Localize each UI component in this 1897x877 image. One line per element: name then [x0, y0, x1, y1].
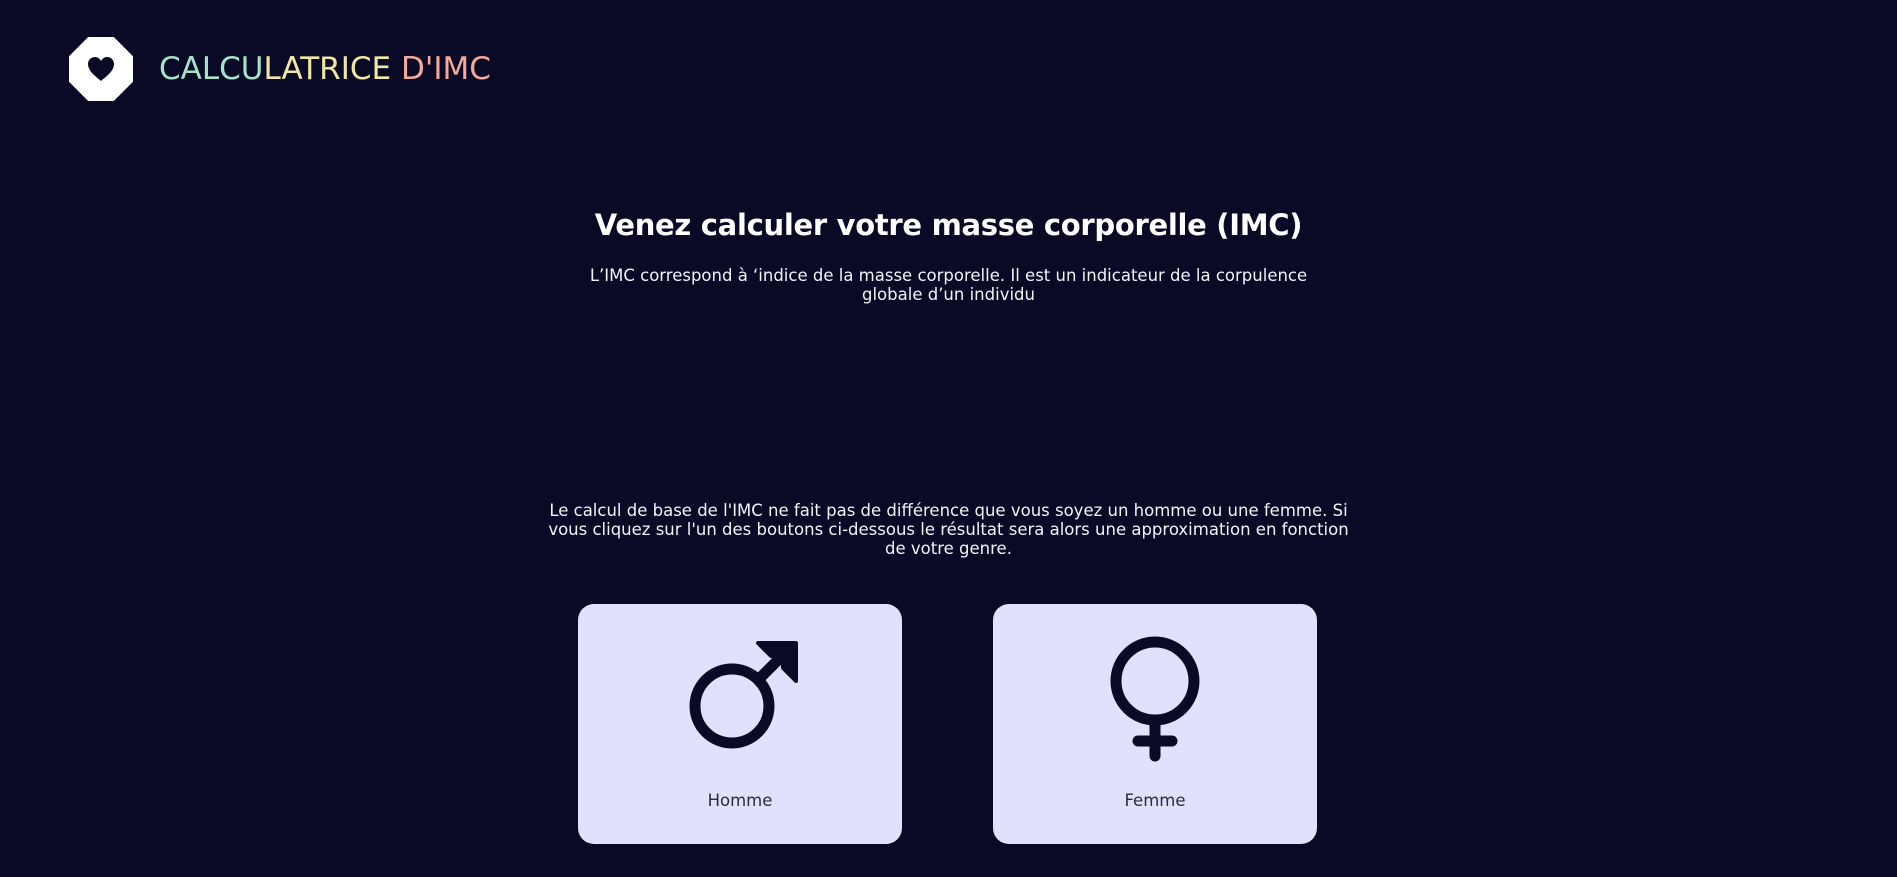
app-header: CALCULATRICE D'IMC	[69, 36, 491, 102]
male-button-label: Homme	[707, 791, 773, 810]
app-title-part1: CALCU	[159, 51, 264, 87]
female-button-label: Femme	[1124, 791, 1186, 810]
app-title-part3: D'IMC	[400, 51, 491, 87]
heart-icon	[88, 57, 114, 81]
app-title[interactable]: CALCULATRICE D'IMC	[159, 51, 491, 87]
hero-section: Venez calculer votre masse corporelle (I…	[0, 208, 1897, 304]
gender-note-text: Le calcul de base de l'IMC ne fait pas d…	[548, 501, 1349, 558]
female-button[interactable]: Femme	[993, 604, 1317, 844]
male-symbol-icon	[689, 641, 798, 749]
logo-badge[interactable]	[69, 37, 133, 101]
page-description: L’IMC correspond à ‘indice de la masse c…	[589, 266, 1308, 304]
gender-selector: Homme Femme	[578, 604, 1318, 844]
female-symbol-icon	[1110, 636, 1200, 762]
male-button[interactable]: Homme	[578, 604, 902, 844]
app-title-part2: LATRICE	[263, 51, 392, 87]
gender-note-section: Le calcul de base de l'IMC ne fait pas d…	[0, 501, 1897, 558]
page-title: Venez calculer votre masse corporelle (I…	[594, 208, 1303, 242]
